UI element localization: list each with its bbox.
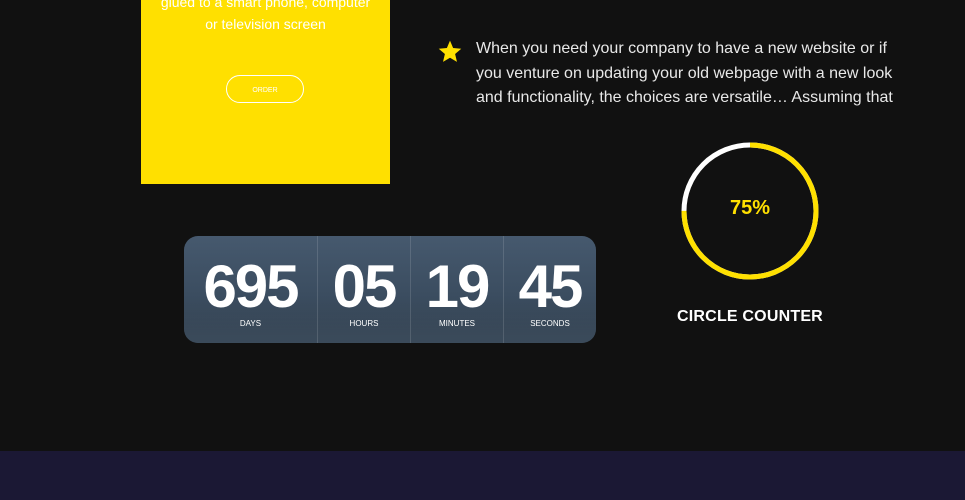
countdown-unit-seconds: 45 SECONDS — [504, 236, 596, 343]
footer-section — [0, 451, 965, 500]
countdown-seconds-label: SECONDS — [530, 319, 570, 328]
circle-counter-value: 75% — [729, 197, 771, 219]
order-button[interactable]: ORDER — [226, 75, 304, 103]
countdown-unit-days: 695 DAYS — [184, 236, 318, 343]
countdown-unit-minutes: 19 MINUTES — [411, 236, 504, 343]
circle-counter: 75% — [679, 140, 821, 282]
countdown-minutes-value: 19 — [425, 253, 491, 320]
promo-card: glued to a smart phone, computer or tele… — [141, 0, 390, 184]
circle-counter-title: CIRCLE COUNTER — [677, 308, 823, 325]
countdown-minutes-label: MINUTES — [439, 319, 475, 328]
promo-card-text: glued to a smart phone, computer or tele… — [141, 0, 390, 35]
countdown-days-label: DAYS — [239, 319, 262, 328]
promo-card-text-line: or television screen — [205, 16, 326, 32]
countdown-unit-hours: 05 HOURS — [318, 236, 411, 343]
countdown-days-value: 695 — [203, 253, 299, 320]
promo-card-text-line: glued to a smart phone, computer — [160, 0, 371, 10]
feature-text: When you need your company to have a new… — [476, 40, 893, 106]
countdown-hours-label: HOURS — [349, 319, 379, 328]
countdown-hours-value: 05 — [332, 253, 398, 320]
star-icon — [438, 40, 462, 62]
countdown-seconds-value: 45 — [518, 253, 584, 320]
countdown-timer: 695 DAYS 05 HOURS 19 MINUTES 45 SECONDS — [184, 236, 596, 343]
